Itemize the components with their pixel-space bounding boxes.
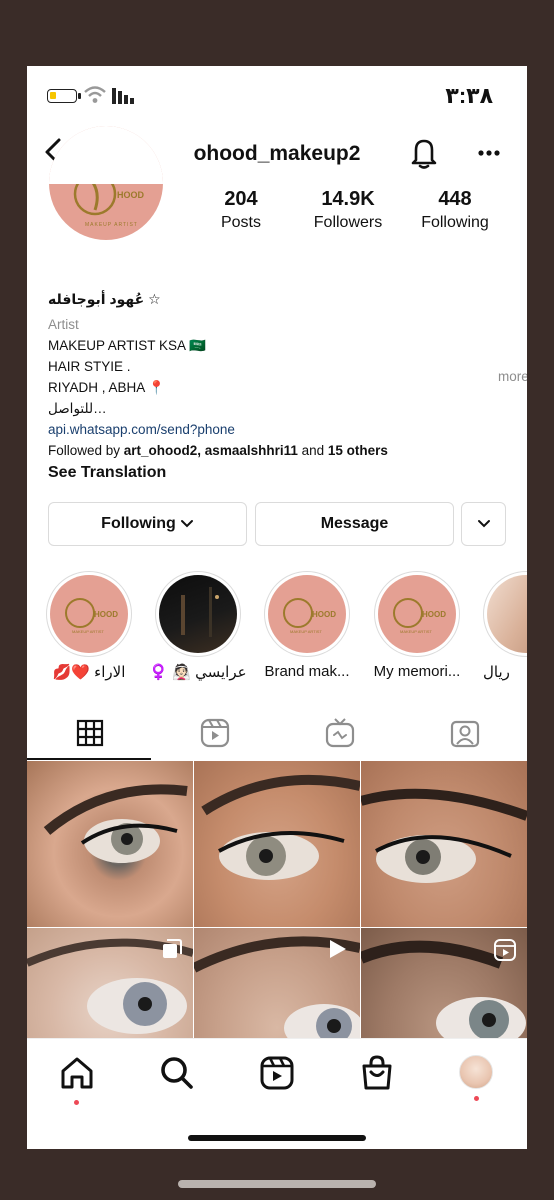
bottom-navigation — [27, 1038, 527, 1149]
highlight-label: ♀️ 👰🏻 عرايسي — [149, 664, 247, 681]
highlight-cover-logo: HOOD MAKEUP ARTIST — [50, 575, 128, 653]
highlight-label: ريال — [483, 664, 510, 681]
message-button[interactable]: Message — [255, 502, 454, 546]
svg-text:MAKEUP ARTIST: MAKEUP ARTIST — [85, 222, 138, 228]
profile-avatar[interactable]: HOOD MAKEUP ARTIST — [49, 126, 163, 240]
story-highlight[interactable]: ريال — [483, 571, 527, 681]
phone-screen: ٣:٣٨ ohood_makeup2 HOOD MAKEUP ARTIST 20… — [27, 66, 527, 1149]
post-thumbnail[interactable] — [361, 928, 527, 1038]
posts-count: 204 — [224, 188, 258, 210]
svg-text:MAKEUP ARTIST: MAKEUP ARTIST — [72, 629, 104, 634]
story-highlight[interactable]: ♀️ 👰🏻 عرايسي — [149, 571, 247, 681]
notifications-bell-icon[interactable] — [408, 136, 440, 170]
following-button[interactable]: Following — [48, 502, 247, 546]
shop-bag-icon[interactable] — [357, 1053, 397, 1093]
bio-website-link[interactable]: api.whatsapp.com/send?phone — [48, 419, 508, 440]
home-icon[interactable] — [57, 1053, 97, 1093]
story-highlight[interactable]: HOOD MAKEUP ARTIST My memori... — [374, 571, 460, 680]
followed-by-and: and — [297, 443, 328, 458]
bio-line: MAKEUP ARTIST KSA 🇸🇦 — [48, 338, 206, 353]
igtv-icon — [325, 718, 354, 748]
reels-icon — [200, 718, 229, 748]
story-highlight[interactable]: HOOD MAKEUP ARTIST 💋❤️ الاراء — [46, 571, 132, 681]
highlight-cover-photo — [159, 575, 237, 653]
signal-icon — [112, 88, 134, 104]
tab-igtv[interactable] — [277, 706, 402, 760]
profile-avatar-nav[interactable] — [459, 1055, 493, 1089]
post-thumbnail[interactable] — [361, 761, 527, 927]
posts-stat[interactable]: 204 Posts — [186, 188, 296, 232]
following-stat[interactable]: 448 Following — [400, 188, 510, 232]
followers-count: 14.9K — [321, 188, 375, 210]
highlight-label: 💋❤️ الاراء — [52, 664, 126, 681]
device-bottom-bar — [178, 1180, 376, 1188]
tab-tagged[interactable] — [402, 706, 527, 760]
post-thumbnail[interactable] — [27, 761, 193, 927]
multiple-icon — [163, 939, 182, 958]
highlight-cover-logo: HOOD MAKEUP ARTIST — [268, 575, 346, 653]
chevron-down-icon — [180, 520, 193, 528]
highlight-cover-photo — [487, 575, 527, 653]
tab-grid[interactable] — [27, 706, 152, 760]
profile-bio: عُهود أبوجافله ☆ Artist MAKEUP ARTIST KS… — [48, 288, 527, 485]
followed-by-others: 15 others — [327, 443, 388, 458]
followed-by-users: art_ohood2, asmaalshhri11 — [123, 443, 298, 458]
bio-contact-text: للتواصل… — [48, 401, 107, 416]
status-time: ٣:٣٨ — [445, 83, 493, 108]
following-label: Following — [421, 214, 489, 231]
followed-by-prefix: Followed by — [48, 443, 124, 458]
video-icon — [330, 940, 346, 958]
home-indicator — [188, 1135, 366, 1141]
bio-more-link[interactable]: more — [498, 366, 527, 384]
followed-by[interactable]: Followed by art_ohood2, asmaalshhri11 an… — [48, 440, 508, 461]
highlight-label: Brand mak... — [264, 663, 350, 680]
svg-text:HOOD: HOOD — [94, 610, 118, 619]
profile-category: Artist — [48, 317, 79, 332]
active-tab-indicator — [27, 758, 151, 760]
chevron-down-icon — [477, 520, 490, 528]
followers-stat[interactable]: 14.9K Followers — [293, 188, 403, 232]
post-thumbnail[interactable] — [194, 761, 360, 927]
reel-icon — [494, 939, 516, 961]
profile-notification-dot — [474, 1096, 479, 1101]
bio-contact-line: more للتواصل… — [48, 369, 527, 419]
search-icon[interactable] — [157, 1053, 197, 1093]
following-count: 448 — [438, 188, 472, 210]
post-thumbnail[interactable] — [27, 928, 193, 1038]
bio-line: RIYADH , ABHA 📍 — [48, 380, 166, 395]
bio-line: HAIR STYIE . — [48, 359, 131, 374]
profile-tabs — [27, 706, 527, 760]
svg-text:MAKEUP ARTIST: MAKEUP ARTIST — [400, 629, 432, 634]
wifi-icon — [84, 86, 106, 103]
svg-text:HOOD: HOOD — [312, 610, 336, 619]
story-highlight[interactable]: HOOD MAKEUP ARTIST Brand mak... — [264, 571, 350, 680]
tagged-person-icon — [450, 720, 479, 748]
grid-icon — [76, 719, 103, 747]
brand-logo: HOOD MAKEUP ARTIST — [73, 182, 145, 228]
more-options-icon[interactable] — [477, 144, 501, 162]
post-thumbnail[interactable] — [194, 928, 360, 1038]
followers-label: Followers — [313, 214, 383, 231]
home-notification-dot — [74, 1100, 79, 1105]
message-button-label: Message — [320, 515, 389, 532]
posts-label: Posts — [220, 214, 261, 231]
battery-icon — [47, 89, 81, 103]
following-button-label: Following — [101, 515, 176, 532]
see-translation-button[interactable]: See Translation — [48, 461, 508, 485]
reels-nav-icon[interactable] — [257, 1053, 297, 1093]
svg-text:HOOD: HOOD — [117, 190, 145, 200]
svg-text:MAKEUP ARTIST: MAKEUP ARTIST — [290, 629, 322, 634]
highlight-cover-logo: HOOD MAKEUP ARTIST — [378, 575, 456, 653]
suggested-accounts-button[interactable] — [461, 502, 506, 546]
tab-reels[interactable] — [152, 706, 277, 760]
status-bar: ٣:٣٨ — [27, 66, 527, 122]
svg-text:HOOD: HOOD — [422, 610, 446, 619]
highlight-label: My memori... — [373, 663, 461, 680]
posts-grid — [27, 761, 527, 1038]
display-name: عُهود أبوجافله ☆ — [48, 291, 161, 307]
